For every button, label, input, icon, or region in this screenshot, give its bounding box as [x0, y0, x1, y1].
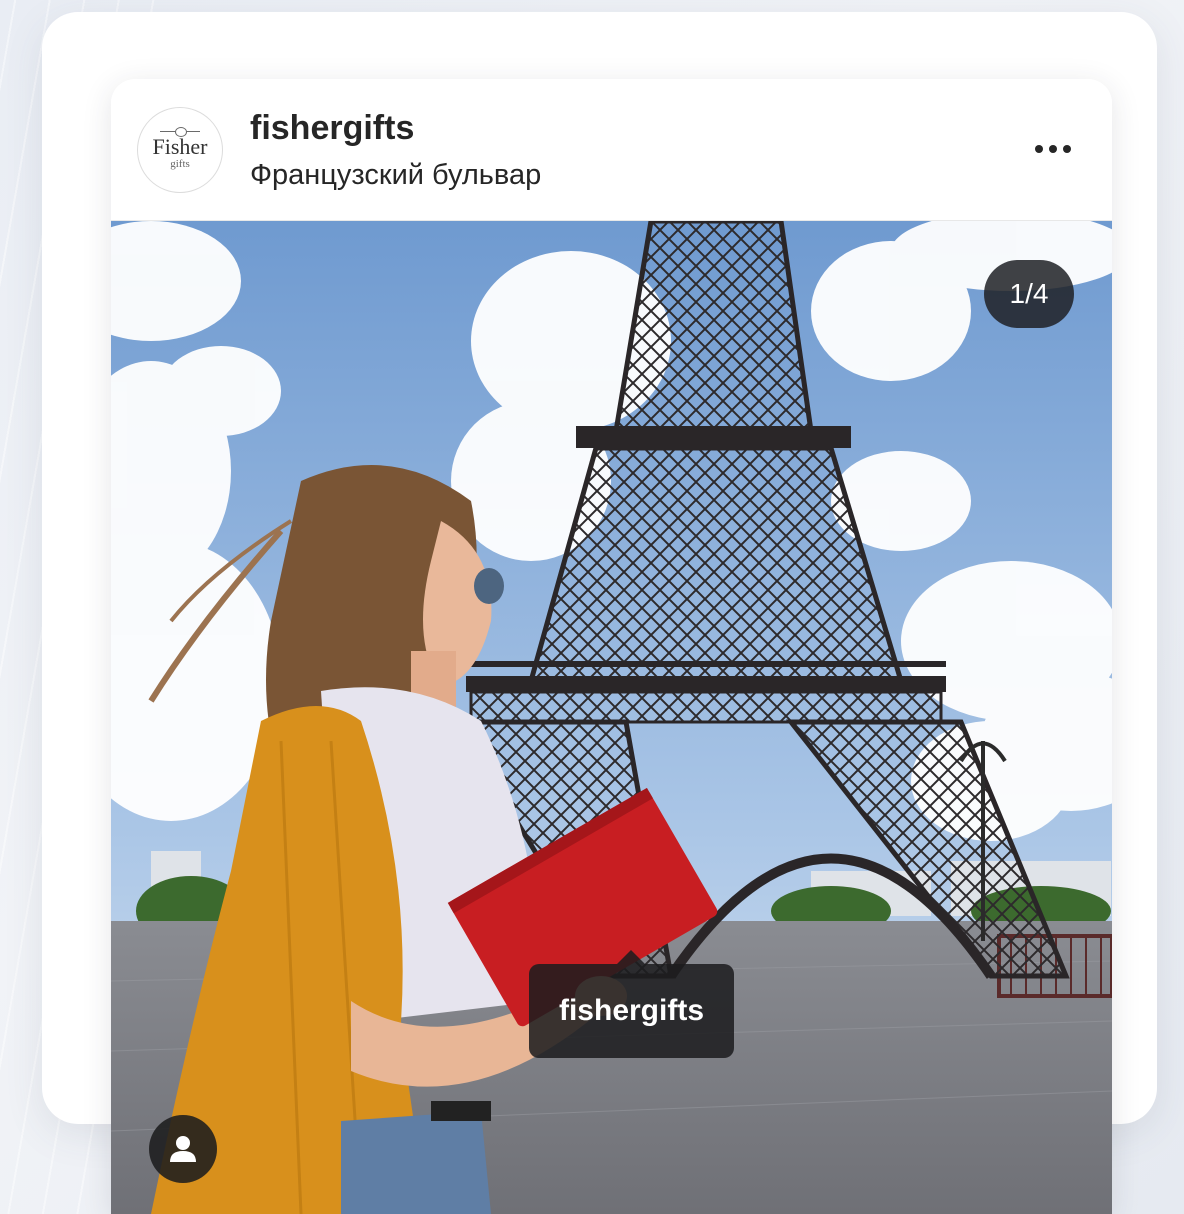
- instagram-post: Fisher gifts fishergifts Французский бул…: [111, 79, 1112, 1214]
- product-tag[interactable]: fishergifts: [529, 950, 734, 1058]
- location-link[interactable]: Французский бульвар: [250, 159, 541, 192]
- more-horizontal-icon: [1035, 145, 1043, 153]
- tagged-users-button[interactable]: [149, 1115, 217, 1183]
- username-link[interactable]: fishergifts: [250, 109, 414, 148]
- logo-ornament: [160, 126, 200, 137]
- photo-counter-badge: 1/4: [984, 260, 1074, 328]
- avatar-brand-text: Fisher: [152, 133, 208, 159]
- more-horizontal-icon: [1063, 145, 1071, 153]
- post-photo[interactable]: [111, 221, 1112, 1214]
- avatar[interactable]: Fisher gifts: [137, 107, 223, 193]
- more-options-button[interactable]: [1021, 127, 1085, 171]
- post-header: Fisher gifts fishergifts Французский бул…: [111, 79, 1112, 221]
- avatar-sub-text: gifts: [170, 157, 190, 170]
- photo-illustration: [111, 221, 1112, 1214]
- user-tag-icon: [170, 1136, 196, 1162]
- more-horizontal-icon: [1049, 145, 1057, 153]
